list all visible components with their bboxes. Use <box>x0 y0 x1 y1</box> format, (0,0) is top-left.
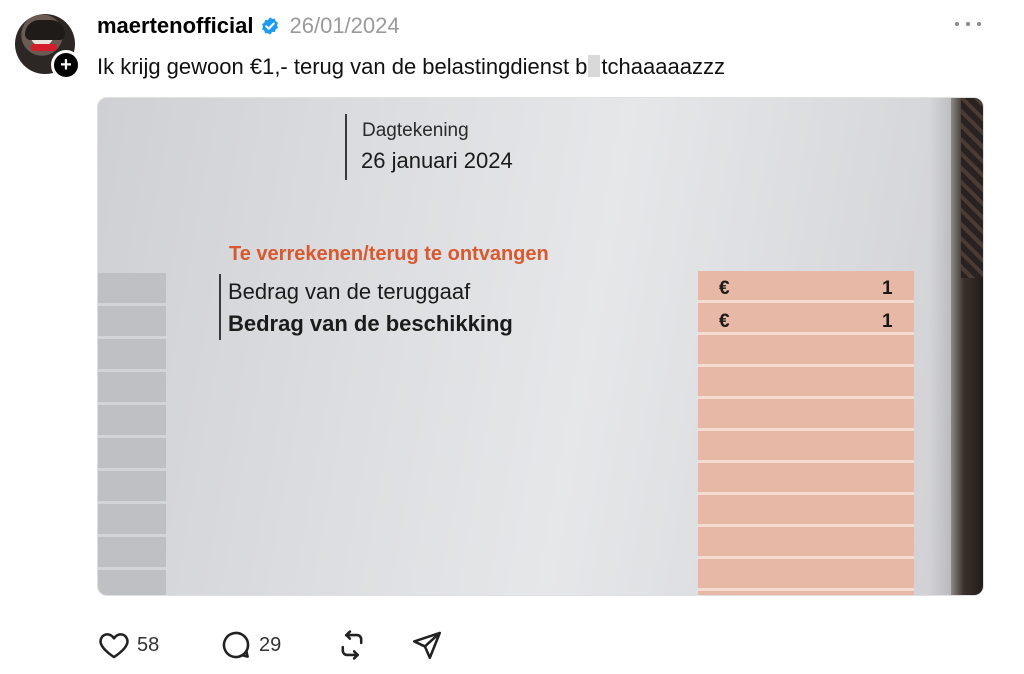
dot <box>955 22 959 26</box>
avatar-hair <box>25 20 65 40</box>
like-count: 58 <box>137 633 160 656</box>
avatar-container[interactable]: + <box>15 14 81 80</box>
dot <box>977 22 981 26</box>
post: + maertenofficial 26/01/2024 Ik krijg ge… <box>0 0 1024 674</box>
photo-dagtekening-label: Dagtekening <box>362 120 469 141</box>
send-icon <box>410 628 444 662</box>
caption-text-end: tchaaaaazzz <box>601 54 725 79</box>
verified-badge-icon <box>260 16 280 36</box>
caption-text-start: Ik krijg gewoon €1,- terug van de belast… <box>97 54 588 79</box>
photo-row-currency: € <box>719 278 730 299</box>
photo-section-title: Te verrekenen/terug te ontvangen <box>229 243 549 265</box>
more-dots-icon[interactable] <box>955 14 981 34</box>
photo-row-value: 1 <box>882 311 893 332</box>
post-photo[interactable]: Dagtekening 26 januari 2024 Te verrekene… <box>97 97 984 596</box>
avatar-glasses <box>31 44 57 51</box>
photo-row-label: Bedrag van de beschikking <box>228 311 513 336</box>
repost-button[interactable] <box>335 628 369 662</box>
photo-row-value: 1 <box>882 278 893 299</box>
follow-plus-icon[interactable]: + <box>51 50 81 80</box>
post-header: maertenofficial 26/01/2024 <box>97 12 400 40</box>
caption-censor-block <box>588 55 601 77</box>
reply-button[interactable]: 29 <box>219 628 281 662</box>
post-caption: Ik krijg gewoon €1,- terug van de belast… <box>97 54 725 80</box>
photo-row-label: Bedrag van de teruggaaf <box>228 279 471 304</box>
post-date[interactable]: 26/01/2024 <box>290 13 400 39</box>
photo-dagtekening-date: 26 januari 2024 <box>361 148 513 173</box>
username[interactable]: maertenofficial <box>97 13 254 39</box>
photo-divider-line <box>345 114 347 180</box>
reply-count: 29 <box>259 633 282 656</box>
dot <box>966 22 970 26</box>
share-button[interactable] <box>410 628 444 662</box>
photo-row-currency: € <box>719 311 730 332</box>
photo-row-divider <box>219 274 221 340</box>
like-button[interactable]: 58 <box>97 628 159 662</box>
photo-dark-edge <box>951 98 983 595</box>
photo-fabric-pattern <box>961 98 983 278</box>
repost-icon <box>335 628 369 662</box>
comment-icon <box>219 628 253 662</box>
photo-left-strip <box>98 273 166 595</box>
heart-icon <box>97 628 131 662</box>
